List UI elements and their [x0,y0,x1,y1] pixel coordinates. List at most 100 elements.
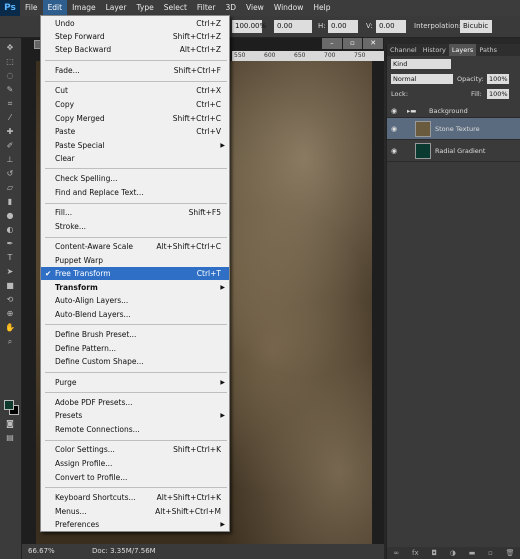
menu-item-convert-to-profile[interactable]: Convert to Profile... [41,471,229,484]
menu-item-puppet-warp[interactable]: Puppet Warp [41,254,229,267]
link-layers-icon[interactable]: ∞ [393,547,399,559]
menu-item-clear[interactable]: Clear [41,152,229,165]
new-group-icon[interactable]: ▬ [469,547,476,559]
delete-layer-icon[interactable]: 🗑 [506,547,515,559]
visibility-eye-icon[interactable]: ◉ [391,140,397,162]
restore-button[interactable]: ▫ [342,38,363,49]
menu-item-step-forward[interactable]: Step Forward Shift+Ctrl+Z [41,30,229,43]
menu-3d[interactable]: 3D [220,0,241,16]
menu-item-menus[interactable]: Menus... Alt+Shift+Ctrl+M [41,505,229,518]
opacity-field[interactable]: 100% [487,74,509,84]
menu-layer[interactable]: Layer [101,0,132,16]
kind-filter-select[interactable]: Kind [391,59,451,69]
menu-view[interactable]: View [241,0,269,16]
crop-tool-icon[interactable]: ⌗ [3,98,17,110]
foreground-color-swatch[interactable] [4,400,14,410]
menu-filter[interactable]: Filter [192,0,221,16]
zoom-tool-icon[interactable]: ⌕ [3,336,17,348]
menu-item-copy-merged[interactable]: Copy Merged Shift+Ctrl+C [41,112,229,125]
tab-layers[interactable]: Layers [448,44,477,56]
menu-file[interactable]: File [20,0,43,16]
new-layer-icon[interactable]: ▫ [488,547,493,559]
menu-item-cut[interactable]: Cut Ctrl+X [41,84,229,97]
healing-brush-tool-icon[interactable]: ✚ [3,126,17,138]
hand-tool-icon[interactable]: ✋ [3,322,17,334]
menu-help[interactable]: Help [308,0,335,16]
marquee-tool-icon[interactable]: ⬚ [3,56,17,68]
menu-item-free-transform[interactable]: ✔ Free Transform Ctrl+T [41,267,229,280]
v-skew-field[interactable]: 0.00 [376,20,406,33]
lasso-tool-icon[interactable]: ◌ [3,70,17,82]
menu-item-fill[interactable]: Fill... Shift+F5 [41,206,229,219]
h-skew-field[interactable]: 0.00 [328,20,358,33]
layer-style-icon[interactable]: fx [412,547,419,559]
menu-item-remote-connections[interactable]: Remote Connections... [41,423,229,436]
menu-item-adobe-pdf-presets[interactable]: Adobe PDF Presets... [41,396,229,409]
menu-item-content-aware-scale[interactable]: Content-Aware Scale Alt+Shift+Ctrl+C [41,240,229,253]
dodge-tool-icon[interactable]: ◐ [3,224,17,236]
clone-stamp-tool-icon[interactable]: ⊥ [3,154,17,166]
eyedropper-tool-icon[interactable]: ⁄ [3,112,17,124]
menu-item-assign-profile[interactable]: Assign Profile... [41,457,229,470]
menu-item-define-custom-shape[interactable]: Define Custom Shape... [41,355,229,368]
menu-item-paste[interactable]: Paste Ctrl+V [41,125,229,138]
menu-item-define-pattern[interactable]: Define Pattern... [41,342,229,355]
3d-camera-tool-icon[interactable]: ⊕ [3,308,17,320]
add-mask-icon[interactable]: ◘ [431,547,437,559]
menu-item-transform[interactable]: Transform ▶ [41,281,229,294]
menu-window[interactable]: Window [269,0,309,16]
menu-item-purge[interactable]: Purge ▶ [41,376,229,389]
path-selection-tool-icon[interactable]: ➤ [3,266,17,278]
3d-rotate-tool-icon[interactable]: ⟲ [3,294,17,306]
menu-item-auto-align-layers[interactable]: Auto-Align Layers... [41,294,229,307]
menu-item-paste-special[interactable]: Paste Special ▶ [41,139,229,152]
visibility-eye-icon[interactable]: ◉ [391,104,397,118]
menu-item-define-brush-preset[interactable]: Define Brush Preset... [41,328,229,341]
eraser-tool-icon[interactable]: ▱ [3,182,17,194]
quick-mask-icon[interactable]: ◙ [3,418,17,430]
gradient-tool-icon[interactable]: ▮ [3,196,17,208]
shape-tool-icon[interactable]: ■ [3,280,17,292]
blend-mode-select[interactable]: Normal [391,74,453,84]
screen-mode-icon[interactable]: ▤ [3,432,17,444]
adjustment-layer-icon[interactable]: ◑ [450,547,456,559]
status-zoom[interactable]: 66.67% [28,544,55,559]
menu-item-auto-blend-layers[interactable]: Auto-Blend Layers... [41,308,229,321]
move-tool-icon[interactable]: ✥ [3,42,17,54]
visibility-eye-icon[interactable]: ◉ [391,118,397,140]
menu-item-color-settings[interactable]: Color Settings... Shift+Ctrl+K [41,443,229,456]
quick-select-tool-icon[interactable]: ✎ [3,84,17,96]
tab-channel[interactable]: Channel [387,44,420,56]
close-button[interactable]: ✕ [363,38,384,49]
type-tool-icon[interactable]: T [3,252,17,264]
menu-select[interactable]: Select [159,0,192,16]
menu-type[interactable]: Type [132,0,159,16]
tab-history[interactable]: History [420,44,449,56]
menu-item-label: Convert to Profile... [55,473,128,482]
menu-edit[interactable]: Edit [42,0,68,16]
history-brush-tool-icon[interactable]: ↺ [3,168,17,180]
brush-tool-icon[interactable]: ✐ [3,140,17,152]
menu-item-find-replace[interactable]: Find and Replace Text... [41,186,229,199]
menu-item-check-spelling[interactable]: Check Spelling... [41,172,229,185]
minimize-button[interactable]: – [322,38,342,49]
menu-image[interactable]: Image [67,0,101,16]
pen-tool-icon[interactable]: ✒ [3,238,17,250]
zoom-field[interactable]: 100.00% [232,20,266,33]
menu-item-copy[interactable]: Copy Ctrl+C [41,98,229,111]
layer-row[interactable]: ◉ Radial Gradient [387,140,520,162]
angle-field[interactable]: 0.00 [274,20,312,33]
menu-item-fade[interactable]: Fade... Shift+Ctrl+F [41,64,229,77]
menu-item-stroke[interactable]: Stroke... [41,220,229,233]
menu-item-undo[interactable]: Undo Ctrl+Z [41,17,229,30]
layer-group[interactable]: ◉ ▸▬ Background [387,104,520,118]
tab-paths[interactable]: Paths [476,44,500,56]
layer-row[interactable]: ◉ Stone Texture [387,118,520,140]
menu-item-step-backward[interactable]: Step Backward Alt+Ctrl+Z [41,43,229,56]
fill-field[interactable]: 100% [487,89,509,99]
blur-tool-icon[interactable]: ● [3,210,17,222]
interpolation-select[interactable]: Bicubic [460,20,492,33]
menu-item-presets[interactable]: Presets ▶ [41,409,229,422]
menu-item-keyboard-shortcuts[interactable]: Keyboard Shortcuts... Alt+Shift+Ctrl+K [41,491,229,504]
menu-item-preferences[interactable]: Preferences ▶ [41,518,229,531]
